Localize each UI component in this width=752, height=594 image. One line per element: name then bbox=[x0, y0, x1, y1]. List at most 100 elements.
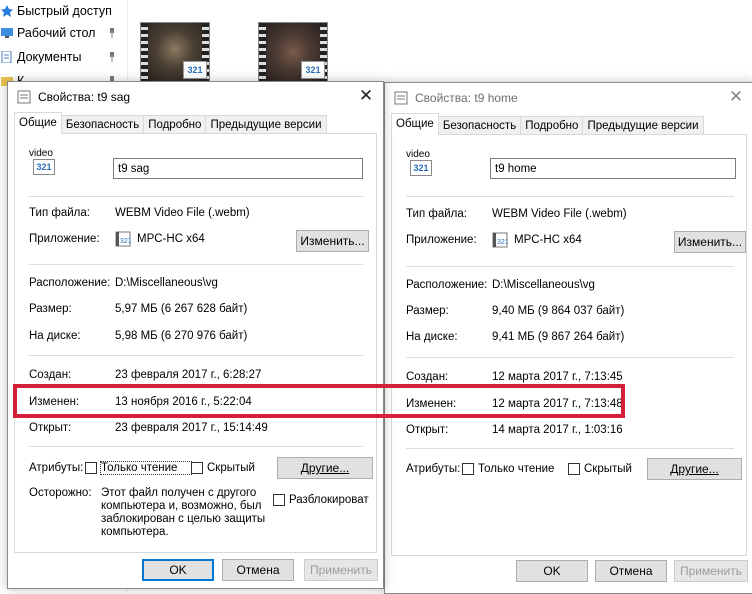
value: D:\Miscellaneous\vg bbox=[492, 279, 595, 291]
video-thumbnail[interactable]: 321 bbox=[140, 22, 210, 82]
value: WEBM Video File (.webm) bbox=[492, 208, 627, 220]
cancel-button[interactable]: Отмена bbox=[222, 559, 294, 581]
label: Атрибуты: bbox=[406, 463, 461, 475]
apply-button[interactable]: Применить bbox=[674, 560, 748, 582]
mpc-badge-icon: 321 bbox=[33, 159, 55, 175]
titlebar[interactable]: Свойства: t9 sag ✕ bbox=[8, 82, 383, 112]
dialog-title: Свойства: t9 sag bbox=[38, 90, 131, 104]
divider bbox=[29, 264, 363, 265]
label: Открыт: bbox=[406, 424, 449, 436]
hidden-checkbox[interactable] bbox=[191, 462, 203, 474]
video-thumbnail[interactable]: 321 bbox=[258, 22, 328, 82]
pin-icon bbox=[110, 28, 114, 38]
ok-button[interactable]: OK bbox=[516, 560, 588, 582]
file-name-input[interactable]: t9 sag bbox=[113, 158, 363, 179]
tab-general[interactable]: Общие bbox=[14, 112, 62, 134]
readonly-checkbox[interactable] bbox=[85, 462, 97, 474]
size-on-disk-row: На диске: 9,41 МБ (9 867 264 байт) bbox=[406, 328, 624, 346]
button-label: Другие... bbox=[670, 462, 719, 476]
film-strip bbox=[259, 23, 266, 81]
label: Приложение: bbox=[29, 233, 100, 245]
accessed-row: Открыт: 23 февраля 2017 г., 15:14:49 bbox=[29, 419, 268, 437]
advanced-attributes-button[interactable]: Другие... bbox=[647, 458, 742, 480]
properties-dialog-t9-sag: Свойства: t9 sag ✕ Общие Безопасность По… bbox=[7, 81, 384, 589]
film-strip bbox=[141, 23, 148, 81]
divider bbox=[29, 196, 363, 197]
button-label: Другие... bbox=[300, 461, 350, 475]
close-button[interactable]: ✕ bbox=[351, 84, 381, 108]
svg-text:321: 321 bbox=[120, 238, 131, 245]
tab-details[interactable]: Подробно bbox=[143, 115, 207, 134]
nav-item-quick-access[interactable]: Быстрый доступ bbox=[0, 0, 128, 22]
readonly-checkbox[interactable] bbox=[462, 463, 474, 475]
divider bbox=[29, 446, 363, 447]
warning-line: Этот файл получен с другого bbox=[101, 487, 257, 499]
mpc-app-icon: 321 bbox=[115, 231, 131, 247]
star-icon bbox=[1, 5, 13, 17]
change-app-button[interactable]: Изменить... bbox=[296, 230, 369, 252]
apply-button[interactable]: Применить bbox=[304, 559, 378, 581]
properties-icon bbox=[17, 90, 31, 104]
divider bbox=[406, 266, 734, 267]
video-file-icon: video 321 bbox=[29, 149, 61, 181]
label: На диске: bbox=[406, 331, 458, 343]
hidden-label: Скрытый bbox=[207, 462, 255, 474]
value: D:\Miscellaneous\vg bbox=[115, 277, 218, 289]
general-panel: video 321 t9 sag Тип файла: WEBM Video Fi… bbox=[14, 133, 377, 553]
label: Размер: bbox=[29, 303, 72, 315]
nav-item-desktop[interactable]: Рабочий стол bbox=[0, 22, 128, 44]
cancel-button[interactable]: Отмена bbox=[595, 560, 667, 582]
icon-label: video bbox=[29, 148, 53, 159]
unblock-checkbox[interactable] bbox=[273, 494, 285, 506]
warning-line: компьютера. bbox=[101, 526, 169, 538]
hidden-label: Скрытый bbox=[584, 463, 632, 475]
value: 5,98 МБ (6 270 976 байт) bbox=[115, 330, 248, 342]
titlebar[interactable]: Свойства: t9 home ✕ bbox=[385, 83, 752, 113]
value: WEBM Video File (.webm) bbox=[115, 207, 250, 219]
label: Тип файла: bbox=[29, 207, 90, 219]
tab-security[interactable]: Безопасность bbox=[437, 116, 522, 135]
label: Тип файла: bbox=[406, 208, 467, 220]
value: MPC-HC x64 bbox=[514, 234, 582, 246]
created-row: Создан: 23 февраля 2017 г., 6:28:27 bbox=[29, 366, 261, 384]
tab-previous-versions[interactable]: Предыдущие версии bbox=[582, 116, 704, 135]
size-row: Размер: 5,97 МБ (6 267 628 байт) bbox=[29, 300, 247, 318]
tab-previous-versions[interactable]: Предыдущие версии bbox=[205, 115, 327, 134]
value: 23 февраля 2017 г., 6:28:27 bbox=[115, 369, 262, 381]
value: 9,41 МБ (9 867 264 байт) bbox=[492, 331, 625, 343]
location-row: Расположение: D:\Miscellaneous\vg bbox=[406, 276, 595, 294]
label: На диске: bbox=[29, 330, 81, 342]
ok-button[interactable]: OK bbox=[142, 559, 214, 581]
nav-item-documents[interactable]: Документы bbox=[0, 46, 128, 68]
value: 5,97 МБ (6 267 628 байт) bbox=[115, 303, 248, 315]
value: 23 февраля 2017 г., 15:14:49 bbox=[115, 422, 268, 434]
advanced-attributes-button[interactable]: Другие... bbox=[277, 457, 373, 479]
warning-text: Этот файл получен с другого компьютера и… bbox=[101, 487, 265, 539]
unblock-label: Разблокироват bbox=[289, 494, 369, 506]
application-row: Приложение: 321 MPC-HC x64 bbox=[406, 231, 582, 249]
nav-item-label: Документы bbox=[17, 50, 82, 64]
mpc-badge-icon: 321 bbox=[183, 61, 207, 79]
change-app-button[interactable]: Изменить... bbox=[674, 231, 746, 253]
video-file-icon: video 321 bbox=[406, 150, 438, 182]
tab-details[interactable]: Подробно bbox=[520, 116, 584, 135]
tab-bar: Общие Безопасность Подробно Предыдущие в… bbox=[14, 112, 327, 134]
readonly-label: Только чтение bbox=[478, 463, 555, 475]
mpc-app-icon: 321 bbox=[492, 232, 508, 248]
readonly-label: Только чтение bbox=[100, 461, 192, 475]
accessed-row: Открыт: 14 марта 2017 г., 1:03:16 bbox=[406, 421, 623, 439]
hidden-checkbox[interactable] bbox=[568, 463, 580, 475]
general-panel: video 321 t9 home Тип файла: WEBM Video F… bbox=[391, 134, 747, 556]
divider bbox=[406, 357, 734, 358]
label: Создан: bbox=[29, 369, 72, 381]
tab-general[interactable]: Общие bbox=[391, 113, 439, 135]
dialog-title: Свойства: t9 home bbox=[415, 91, 518, 105]
label: Создан: bbox=[406, 371, 449, 383]
label: Приложение: bbox=[406, 234, 477, 246]
value: 14 марта 2017 г., 1:03:16 bbox=[492, 424, 623, 436]
close-button[interactable]: ✕ bbox=[721, 85, 751, 109]
file-name-input[interactable]: t9 home bbox=[490, 158, 736, 179]
tab-security[interactable]: Безопасность bbox=[60, 115, 145, 134]
file-type-row: Тип файла: WEBM Video File (.webm) bbox=[406, 205, 627, 223]
divider bbox=[406, 196, 734, 197]
